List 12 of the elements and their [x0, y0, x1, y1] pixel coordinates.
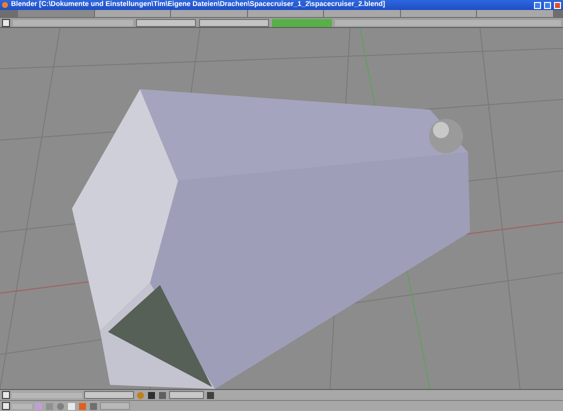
- panel-selector[interactable]: [100, 402, 130, 410]
- app-icon: [2, 2, 8, 8]
- pivot-selector[interactable]: [169, 391, 204, 399]
- minimize-button[interactable]: [534, 2, 541, 8]
- scene-selector[interactable]: [199, 18, 269, 26]
- editor-type-button[interactable]: [2, 18, 10, 26]
- mode-selector[interactable]: [84, 391, 134, 399]
- tool-icon[interactable]: [207, 392, 214, 398]
- maximize-button[interactable]: [544, 2, 551, 8]
- render-status-bar: [272, 18, 332, 26]
- close-button[interactable]: [554, 2, 561, 8]
- screen-selector[interactable]: [136, 18, 196, 26]
